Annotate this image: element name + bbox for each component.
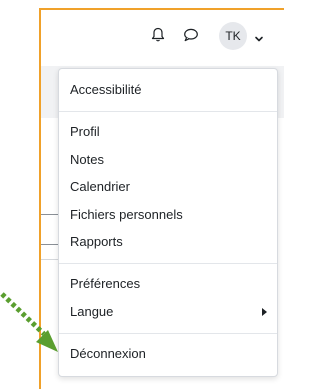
menu-item-accessibility[interactable]: Accessibilité bbox=[59, 79, 277, 101]
menu-item-private-files[interactable]: Fichiers personnels bbox=[59, 204, 277, 226]
menu-item-grades[interactable]: Notes bbox=[59, 149, 277, 171]
chat-bubble-icon[interactable] bbox=[182, 26, 200, 44]
content-divider bbox=[41, 214, 59, 215]
menu-divider bbox=[59, 263, 277, 264]
content-divider bbox=[41, 244, 59, 245]
menu-item-logout[interactable]: Déconnexion bbox=[59, 343, 277, 365]
menu-item-calendar[interactable]: Calendrier bbox=[59, 176, 277, 198]
content-divider bbox=[41, 259, 59, 260]
menu-divider bbox=[59, 333, 277, 334]
menu-item-language[interactable]: Langue bbox=[59, 301, 277, 323]
menu-item-preferences[interactable]: Préférences bbox=[59, 273, 277, 295]
menu-item-reports[interactable]: Rapports bbox=[59, 231, 277, 253]
menu-divider bbox=[59, 111, 277, 112]
caret-right-icon bbox=[262, 308, 267, 316]
chevron-down-icon[interactable] bbox=[254, 31, 264, 42]
user-avatar[interactable]: TK bbox=[219, 22, 247, 50]
menu-item-profile[interactable]: Profil bbox=[59, 121, 277, 143]
bell-icon[interactable] bbox=[149, 26, 167, 44]
dotted-arrow-icon bbox=[0, 292, 58, 352]
user-menu-dropdown: Accessibilité Profil Notes Calendrier Fi… bbox=[58, 68, 278, 377]
menu-item-language-label: Langue bbox=[70, 304, 114, 319]
